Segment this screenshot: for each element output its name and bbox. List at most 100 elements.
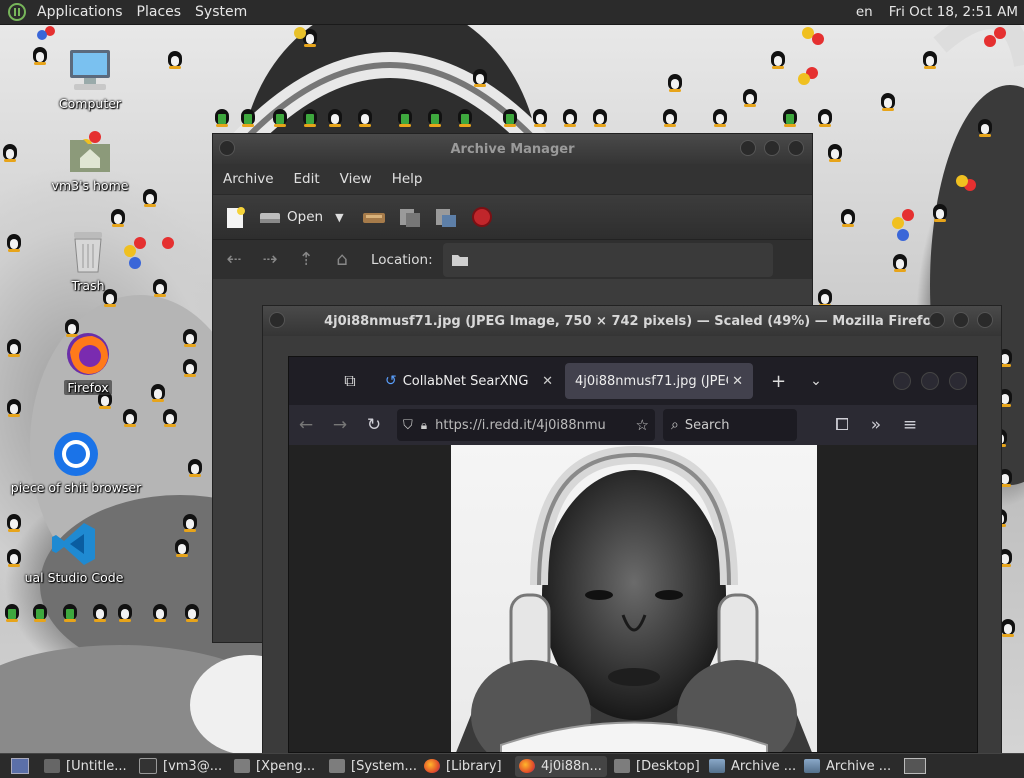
close-button[interactable] xyxy=(977,312,993,328)
tab-image[interactable]: 4j0i88nmusf71.jpg (JPEG I ✕ xyxy=(565,363,753,399)
desktop-icon-label: Computer xyxy=(58,96,122,111)
task-label: [Xpeng... xyxy=(256,758,316,774)
workspace-switcher[interactable] xyxy=(900,756,930,777)
firefox-icon xyxy=(519,759,535,773)
stop-button[interactable] xyxy=(468,203,496,231)
extract-icon xyxy=(362,213,385,223)
desktop-icon-label: Trash xyxy=(71,278,105,293)
back-arrow-icon[interactable]: ← xyxy=(289,415,323,435)
task-label: [Untitle... xyxy=(66,758,127,774)
tab-close-icon[interactable]: ✕ xyxy=(542,374,553,389)
menu-help[interactable]: Help xyxy=(382,171,433,187)
minimize-button[interactable] xyxy=(740,140,756,156)
computer-icon xyxy=(66,46,114,94)
location-field[interactable] xyxy=(442,243,773,277)
add-files-button[interactable] xyxy=(396,203,424,231)
desktop-icon-label: vm3's home xyxy=(51,178,129,193)
desktop-icon-home[interactable]: vm3's home xyxy=(20,128,160,193)
archive-titlebar[interactable]: Archive Manager xyxy=(213,134,812,164)
taskbar-item[interactable]: Archive ... xyxy=(705,756,797,777)
hamburger-menu-icon[interactable]: ≡ xyxy=(893,415,927,435)
taskbar-item[interactable]: [System... xyxy=(325,756,417,777)
minimize-button[interactable] xyxy=(893,372,911,390)
task-label: [Library] xyxy=(446,758,502,774)
search-box[interactable]: ⌕ Search xyxy=(663,409,797,441)
search-icon: ⌕ xyxy=(671,417,679,433)
menu-archive[interactable]: Archive xyxy=(213,171,284,187)
firefox-nav-bar: ← → ↻ ⛉ 🔒︎ https://i.redd.it/4j0i88nmu ☆… xyxy=(289,405,977,445)
archive-location-bar: ⇠ ⇢ ⇡ ⌂ Location: xyxy=(213,240,812,280)
add-folder-button[interactable] xyxy=(432,203,460,231)
minimize-button[interactable] xyxy=(929,312,945,328)
url-bar[interactable]: ⛉ 🔒︎ https://i.redd.it/4j0i88nmu ☆ xyxy=(397,409,655,441)
forward-arrow-icon[interactable]: ⇢ xyxy=(255,245,285,275)
menu-places[interactable]: Places xyxy=(130,0,189,25)
lock-icon[interactable]: 🔒︎ xyxy=(421,418,427,433)
shield-icon[interactable]: ⛉ xyxy=(403,418,413,433)
desktop-icon-label: ual Studio Code xyxy=(24,570,124,585)
maximize-button[interactable] xyxy=(764,140,780,156)
window-menu-button[interactable] xyxy=(269,312,285,328)
vscode-icon xyxy=(50,520,98,568)
taskbar-item[interactable]: [Untitle... xyxy=(40,756,132,777)
open-label[interactable]: Open xyxy=(287,209,323,225)
extract-button[interactable] xyxy=(360,203,388,231)
taskbar-item[interactable]: [Library] xyxy=(420,756,512,777)
menu-applications[interactable]: Applications xyxy=(30,0,130,25)
taskbar-item[interactable]: [Xpeng... xyxy=(230,756,322,777)
new-archive-button[interactable] xyxy=(221,203,249,231)
person-with-headphones-picture xyxy=(456,445,812,752)
firefox-frame-titlebar[interactable]: 4j0i88nmusf71.jpg (JPEG Image, 750 × 742… xyxy=(263,306,1001,336)
archive-toolbar: Open ▼ xyxy=(213,194,812,240)
folder-icon xyxy=(329,759,345,773)
desktop-icon-computer[interactable]: Computer xyxy=(20,46,160,111)
forward-arrow-icon[interactable]: → xyxy=(323,415,357,435)
new-tab-icon[interactable]: + xyxy=(771,371,786,392)
tab-close-icon[interactable]: ✕ xyxy=(732,374,743,389)
tab-searxng[interactable]: ↺ CollabNet SearXNG ✕ xyxy=(375,363,563,399)
task-label: Archive ... xyxy=(731,758,797,774)
trash-icon xyxy=(64,228,112,276)
desktop-icon-trash[interactable]: Trash xyxy=(18,228,158,293)
workspace-icon xyxy=(904,758,926,774)
close-button[interactable] xyxy=(949,372,967,390)
extensions-icon[interactable]: ⧠ xyxy=(825,415,859,435)
menu-view[interactable]: View xyxy=(330,171,382,187)
home-icon[interactable]: ⌂ xyxy=(327,245,357,275)
window-menu-button[interactable] xyxy=(219,140,235,156)
image-viewer-picture[interactable] xyxy=(451,445,817,752)
maximize-button[interactable] xyxy=(953,312,969,328)
firefox-content-area[interactable] xyxy=(289,445,977,752)
task-label: 4j0i88n... xyxy=(541,758,602,774)
desktop-icon-vscode[interactable]: ual Studio Code xyxy=(4,520,144,585)
firefox-view-icon[interactable]: ⧉ xyxy=(333,371,367,391)
back-arrow-icon[interactable]: ⇠ xyxy=(219,245,249,275)
taskbar-item-active[interactable]: 4j0i88n... xyxy=(515,755,607,777)
open-archive-button[interactable] xyxy=(257,203,283,231)
add-files-icon xyxy=(399,209,420,227)
open-dropdown-icon[interactable]: ▼ xyxy=(335,211,343,224)
up-arrow-icon[interactable]: ⇡ xyxy=(291,245,321,275)
maximize-button[interactable] xyxy=(921,372,939,390)
taskbar-item[interactable]: [vm3@... xyxy=(135,756,227,777)
desktop-icon-chrome[interactable]: piece of shit browser xyxy=(6,430,146,495)
show-desktop-button[interactable] xyxy=(3,756,37,777)
close-button[interactable] xyxy=(788,140,804,156)
archive-icon xyxy=(804,759,820,773)
menu-edit[interactable]: Edit xyxy=(284,171,330,187)
list-tabs-icon[interactable]: ⌄ xyxy=(810,373,822,389)
taskbar-item[interactable]: [Desktop] xyxy=(610,756,702,777)
desktop-icon-label: Firefox xyxy=(64,380,112,395)
stop-icon xyxy=(471,207,492,227)
new-document-icon xyxy=(227,207,245,228)
show-desktop-icon xyxy=(11,758,29,774)
menu-system[interactable]: System xyxy=(188,0,254,25)
taskbar-item[interactable]: Archive ... xyxy=(800,756,892,777)
bookmark-star-icon[interactable]: ☆ xyxy=(636,416,649,434)
clock[interactable]: Fri Oct 18, 2:51 AM xyxy=(889,4,1024,20)
overflow-menu-icon[interactable]: » xyxy=(859,415,893,435)
desktop-icon-firefox[interactable]: Firefox xyxy=(18,330,158,396)
distro-logo-icon[interactable] xyxy=(8,3,26,21)
reload-icon[interactable]: ↻ xyxy=(357,415,391,435)
keyboard-layout-indicator[interactable]: en xyxy=(840,4,889,20)
